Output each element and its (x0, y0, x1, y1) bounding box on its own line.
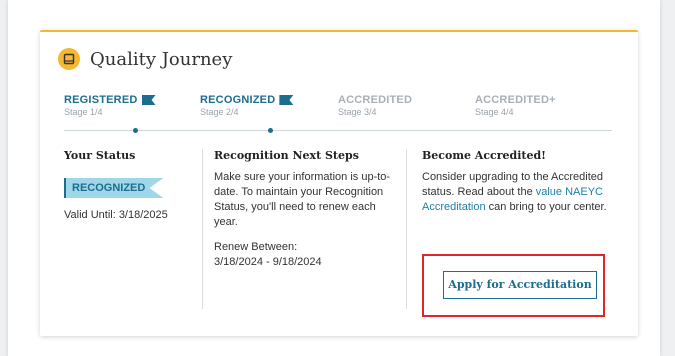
stage-registered: REGISTERED Stage 1/4 (64, 94, 156, 117)
card-title: Quality Journey (90, 48, 233, 70)
flag-icon (279, 95, 294, 105)
document-icon (58, 48, 80, 70)
column-divider (406, 149, 407, 309)
stage-label: RECOGNIZED (200, 94, 276, 106)
next-steps-text: Make sure your information is up-to-date… (214, 171, 391, 228)
stage-label: ACCREDITED (338, 94, 413, 106)
valid-until: Valid Until: 3/18/2025 (64, 209, 168, 221)
next-steps-heading: Recognition Next Steps (214, 149, 359, 162)
stage-number: Stage 2/4 (200, 107, 239, 117)
highlight-box: Apply for Accreditation (422, 254, 605, 317)
accredit-column: Become Accredited! Consider upgrading to… (422, 149, 607, 215)
stage-label: ACCREDITED+ (475, 94, 556, 106)
renew-range: 3/18/2024 - 9/18/2024 (214, 256, 322, 268)
stage-accredited: ACCREDITED Stage 3/4 (338, 94, 412, 117)
stage-label: REGISTERED (64, 94, 138, 106)
status-heading: Your Status (64, 149, 136, 162)
stage-accredited-plus: ACCREDITED+ Stage 4/4 (475, 94, 556, 117)
column-divider (202, 149, 203, 309)
page-background: Quality Journey REGISTERED Stage 1/4 REC… (8, 0, 660, 356)
accredit-heading: Become Accredited! (422, 149, 546, 162)
quality-journey-card: Quality Journey REGISTERED Stage 1/4 REC… (40, 30, 638, 336)
accredit-text: Consider upgrading to the Accredited sta… (422, 170, 607, 215)
flag-icon (141, 95, 156, 105)
card-header: Quality Journey (58, 48, 232, 70)
progress-track (64, 130, 612, 131)
apply-for-accreditation-button[interactable]: Apply for Accreditation (443, 271, 597, 299)
stage-number: Stage 1/4 (64, 107, 103, 117)
renew-label: Renew Between: (214, 241, 298, 253)
progress-dot (133, 128, 138, 133)
status-column: Your Status RECOGNIZED Valid Until: 3/18… (64, 149, 204, 223)
stage-recognized: RECOGNIZED Stage 2/4 (200, 94, 294, 117)
stage-number: Stage 3/4 (338, 107, 377, 117)
next-steps-column: Recognition Next Steps Make sure your in… (214, 149, 394, 270)
progress-dot (268, 128, 273, 133)
accredit-text-post: can bring to your center. (485, 201, 607, 213)
status-badge: RECOGNIZED (64, 178, 164, 198)
stage-number: Stage 4/4 (475, 107, 514, 117)
